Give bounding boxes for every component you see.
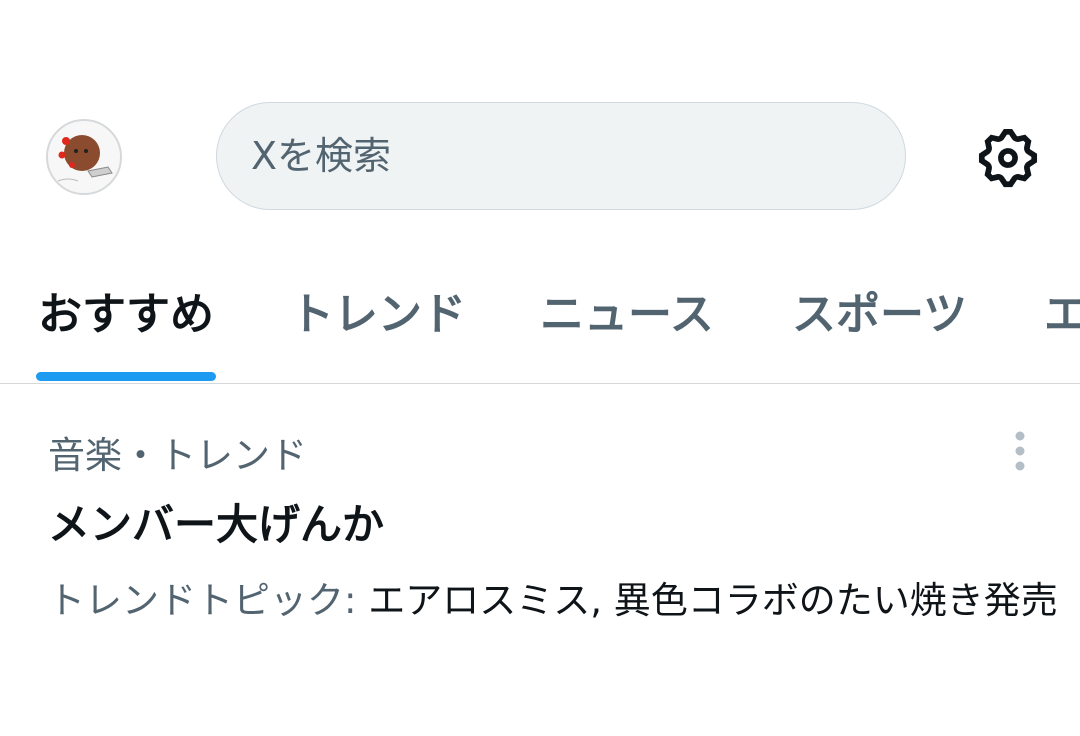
gear-icon[interactable] (974, 124, 1042, 192)
trend-item[interactable]: 音楽・トレンド メンバー大げんか トレンドトピック: エアロスミス, 異色コラボ… (0, 385, 1080, 685)
trend-title: メンバー大げんか (48, 500, 385, 549)
more-vertical-icon[interactable] (1004, 429, 1036, 473)
top-bar (0, 0, 1080, 250)
active-tab-indicator (36, 372, 216, 381)
explore-tabs: おすすめ トレンド ニュース スポーツ エ (0, 270, 1080, 384)
tab-trending[interactable]: トレンド (290, 270, 466, 383)
trend-topic: トレンドトピック: エアロスミス, 異色コラボのたい焼き発売 (48, 573, 1068, 629)
avatar[interactable] (46, 119, 122, 195)
trend-topic-label: トレンドトピック: (48, 579, 357, 622)
tab-recommended[interactable]: おすすめ (38, 270, 214, 383)
tab-news[interactable]: ニュース (540, 270, 714, 383)
tab-sports[interactable]: スポーツ (792, 270, 967, 383)
avatar-image (57, 135, 113, 182)
tab-entertainment[interactable]: エ (1044, 270, 1080, 383)
trend-category: 音楽・トレンド (48, 434, 307, 477)
search-input[interactable] (251, 134, 851, 178)
search-box[interactable] (216, 102, 906, 210)
trend-topic-value: エアロスミス, 異色コラボのたい焼き発売 (356, 579, 1058, 622)
